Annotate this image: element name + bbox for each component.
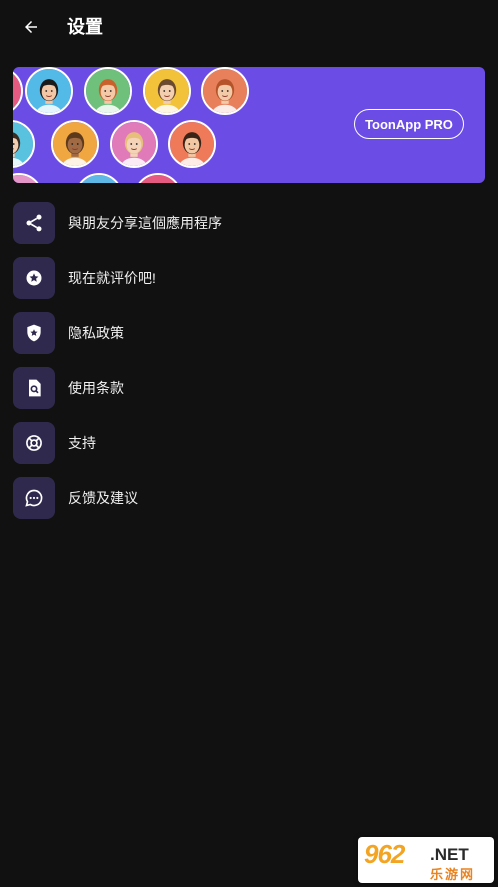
avatar <box>201 67 249 115</box>
avatar <box>51 120 99 168</box>
menu-item-label: 现在就评价吧! <box>68 270 156 286</box>
feedback-item[interactable]: 反馈及建议 <box>0 475 498 530</box>
pro-banner[interactable]: ToonApp PRO <box>13 67 485 183</box>
chat-bubble-icon <box>13 477 55 519</box>
share-icon <box>13 202 55 244</box>
avatar <box>84 67 132 115</box>
watermark-net: .NET <box>430 845 469 864</box>
site-watermark: 962 .NET 乐游网 <box>358 837 494 883</box>
settings-menu: 與朋友分享這個應用程序 现在就评价吧! 隐私政策 使用条款 支持 反馈及建议 <box>0 200 498 530</box>
privacy-policy-item[interactable]: 隐私政策 <box>0 310 498 365</box>
watermark-chinese: 乐游网 <box>430 867 476 882</box>
header: 设置 <box>0 0 498 54</box>
avatar <box>13 67 23 115</box>
menu-item-label: 隐私政策 <box>68 325 124 341</box>
avatar <box>13 120 35 168</box>
avatar <box>13 173 43 183</box>
lifebuoy-icon <box>13 422 55 464</box>
menu-item-label: 與朋友分享這個應用程序 <box>68 215 222 231</box>
avatar <box>75 173 123 183</box>
avatar <box>25 67 73 115</box>
terms-of-use-item[interactable]: 使用条款 <box>0 365 498 420</box>
document-search-icon <box>13 367 55 409</box>
shield-star-icon <box>13 312 55 354</box>
menu-item-label: 使用条款 <box>68 380 124 396</box>
support-item[interactable]: 支持 <box>0 420 498 475</box>
share-app-item[interactable]: 與朋友分享這個應用程序 <box>0 200 498 255</box>
star-badge-icon <box>13 257 55 299</box>
menu-item-label: 反馈及建议 <box>68 490 138 506</box>
toonapp-pro-button[interactable]: ToonApp PRO <box>354 109 464 139</box>
avatar <box>110 120 158 168</box>
avatar <box>143 67 191 115</box>
back-arrow-icon[interactable] <box>18 14 44 40</box>
menu-item-label: 支持 <box>68 435 96 451</box>
avatar <box>134 173 182 183</box>
watermark-number: 962 <box>364 839 405 869</box>
avatar <box>168 120 216 168</box>
page-title: 设置 <box>67 17 103 37</box>
rate-app-item[interactable]: 现在就评价吧! <box>0 255 498 310</box>
